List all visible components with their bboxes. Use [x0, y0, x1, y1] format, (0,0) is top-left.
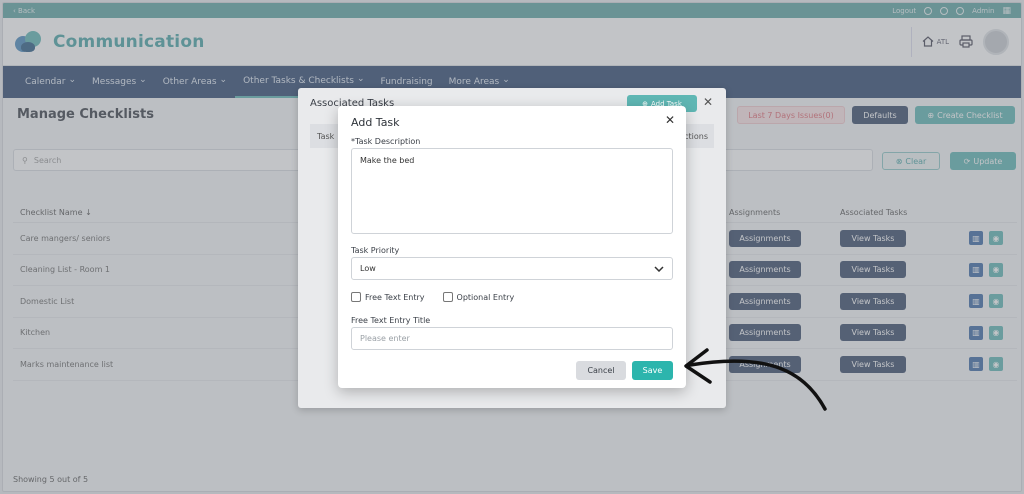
pointer-arrow-annotation: [684, 348, 827, 411]
